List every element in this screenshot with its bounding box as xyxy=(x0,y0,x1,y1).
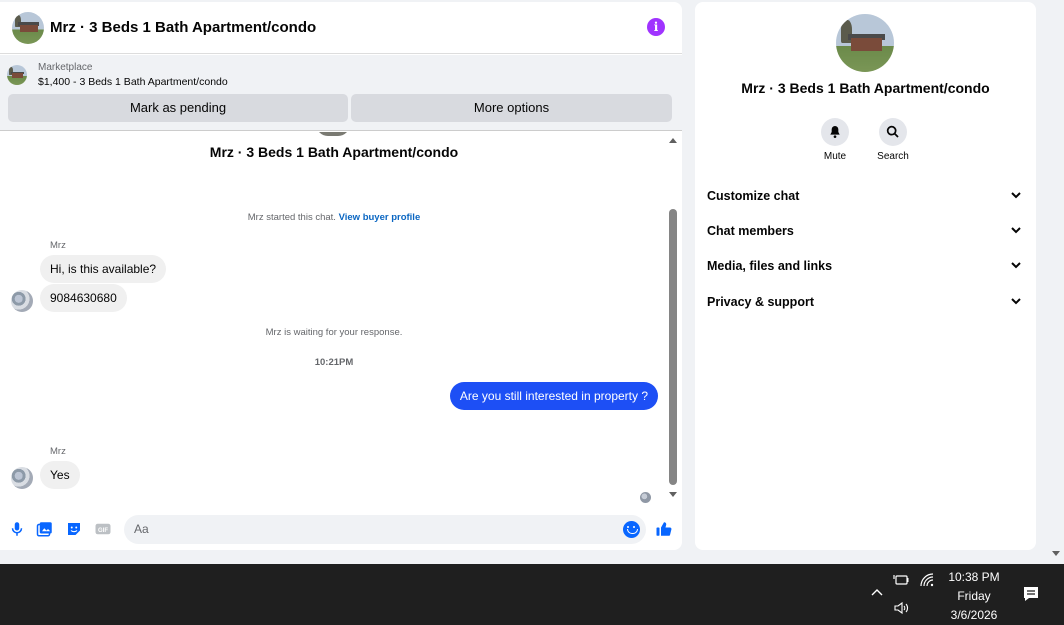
chat-started-text: Mrz started this chat. xyxy=(247,212,336,223)
outgoing-message[interactable]: Are you still interested in property ? xyxy=(449,382,658,410)
microphone-icon[interactable] xyxy=(8,520,26,538)
chevron-down-icon xyxy=(1011,262,1021,269)
seen-indicator-avatar xyxy=(640,492,651,503)
emoji-icon[interactable] xyxy=(623,521,640,538)
buyer-avatar[interactable] xyxy=(11,467,33,489)
message-composer: GIF Aa xyxy=(0,510,682,550)
listing-avatar[interactable] xyxy=(12,11,44,44)
chevron-down-icon xyxy=(1011,298,1021,305)
listing-price-title[interactable]: $1,400 - 3 Beds 1 Bath Apartment/condo xyxy=(38,76,228,88)
bell-icon xyxy=(830,126,840,138)
search-label: Search xyxy=(877,151,909,162)
buyer-avatar[interactable] xyxy=(11,290,33,312)
scroll-down-arrow-icon[interactable] xyxy=(669,492,677,497)
image-icon[interactable] xyxy=(36,520,54,538)
chevron-down-icon xyxy=(1011,192,1021,199)
clock-day: Friday xyxy=(957,589,991,603)
svg-text:GIF: GIF xyxy=(98,528,108,534)
scroll-thumb[interactable] xyxy=(669,209,677,485)
sticker-icon[interactable] xyxy=(65,520,83,538)
thread-title: Mrz · 3 Beds 1 Bath Apartment/condo xyxy=(209,144,459,160)
marketplace-listing-bar: Marketplace $1,400 - 3 Beds 1 Bath Apart… xyxy=(0,55,682,131)
clock-date: 3/6/2026 xyxy=(950,608,998,622)
volume-icon[interactable] xyxy=(893,600,909,616)
message-thread: Mrz · 3 Beds 1 Bath Apartment/condo Mrz … xyxy=(0,132,668,508)
chevron-down-icon xyxy=(1011,227,1021,234)
mute-label: Mute xyxy=(823,151,847,162)
chevron-up-icon[interactable] xyxy=(870,586,884,600)
section-media-files-links[interactable]: Media, files and links xyxy=(707,256,1025,276)
more-options-button[interactable]: More options xyxy=(351,94,672,122)
marketplace-label: Marketplace xyxy=(38,62,93,73)
notifications-icon[interactable] xyxy=(1022,585,1040,603)
gif-icon[interactable]: GIF xyxy=(94,520,112,538)
clock-time: 10:38 PM xyxy=(948,570,1000,584)
waiting-notice: Mrz is waiting for your response. xyxy=(265,327,403,338)
incoming-message[interactable]: 9084630680 xyxy=(40,284,127,312)
listing-profile-photo[interactable] xyxy=(836,14,894,72)
thread-avatar xyxy=(316,132,350,136)
info-icon[interactable]: i xyxy=(647,18,665,36)
message-timestamp: 10:21PM xyxy=(314,357,354,368)
battery-icon[interactable] xyxy=(893,572,909,588)
thumbs-up-icon[interactable] xyxy=(655,520,673,538)
section-label: Customize chat xyxy=(707,189,800,203)
section-chat-members[interactable]: Chat members xyxy=(707,221,1025,241)
sender-name: Mrz xyxy=(50,240,66,251)
mark-as-pending-button[interactable]: Mark as pending xyxy=(8,94,348,122)
view-buyer-profile-link[interactable]: View buyer profile xyxy=(339,212,421,223)
incoming-message[interactable]: Yes xyxy=(40,461,80,489)
page-scroll-down-arrow-icon[interactable] xyxy=(1052,551,1060,556)
section-customize-chat[interactable]: Customize chat xyxy=(707,186,1025,206)
sender-name: Mrz xyxy=(50,446,66,457)
chat-header: Mrz · 3 Beds 1 Bath Apartment/condo i xyxy=(0,2,682,54)
search-icon xyxy=(886,125,899,138)
system-clock[interactable]: 10:38 PM Friday 3/6/2026 xyxy=(940,568,1008,625)
message-input[interactable]: Aa xyxy=(124,515,646,544)
listing-thumbnail[interactable] xyxy=(7,65,27,85)
scroll-up-arrow-icon[interactable] xyxy=(669,138,677,143)
section-label: Media, files and links xyxy=(707,259,833,273)
chat-started-notice: Mrz started this chat. View buyer profil… xyxy=(0,212,668,223)
chat-title[interactable]: Mrz · 3 Beds 1 Bath Apartment/condo xyxy=(50,19,316,36)
mute-action[interactable]: Mute xyxy=(810,118,860,162)
search-action[interactable]: Search xyxy=(868,118,918,162)
section-label: Privacy & support xyxy=(707,295,814,309)
section-label: Chat members xyxy=(707,224,794,238)
incoming-message[interactable]: Hi, is this available? xyxy=(40,255,167,283)
info-title: Mrz · 3 Beds 1 Bath Apartment/condo xyxy=(741,80,990,96)
windows-taskbar: 10:38 PM Friday 3/6/2026 xyxy=(0,564,1064,625)
section-privacy-support[interactable]: Privacy & support xyxy=(707,292,1025,312)
conversation-info-panel: Mrz · 3 Beds 1 Bath Apartment/condo Mute… xyxy=(695,2,1036,550)
thread-scrollbar[interactable] xyxy=(668,132,678,502)
wifi-icon[interactable] xyxy=(919,572,935,588)
chat-panel: Mrz · 3 Beds 1 Bath Apartment/condo i Ma… xyxy=(0,2,682,550)
